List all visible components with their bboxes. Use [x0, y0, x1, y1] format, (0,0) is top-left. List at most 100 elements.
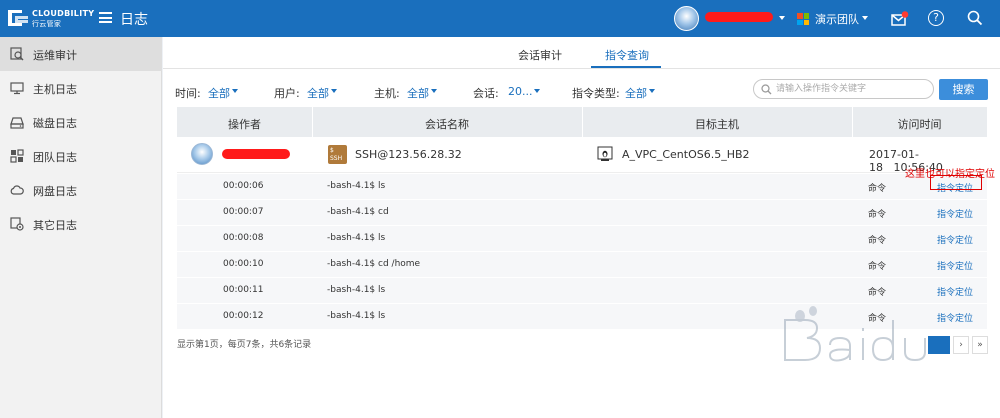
- mail-icon[interactable]: [891, 11, 909, 27]
- sidebar-item-label: 其它日志: [33, 219, 77, 232]
- command-search-box[interactable]: [753, 79, 934, 99]
- help-icon[interactable]: ?: [928, 10, 944, 26]
- command-type: 命令: [868, 314, 887, 324]
- brand-subtitle: 行云管家: [32, 20, 62, 28]
- locate-command-link[interactable]: 指令定位: [937, 285, 973, 298]
- brand-name: CLOUDBILITY: [32, 9, 95, 18]
- cmdtype-filter-label: 指令类型:: [572, 87, 620, 100]
- user-filter-label: 用户:: [274, 87, 300, 100]
- locate-command-link[interactable]: 指令定位: [937, 207, 973, 220]
- cmdtype-filter-select[interactable]: 全部: [625, 85, 647, 101]
- command-time: 00:00:11: [223, 285, 264, 295]
- session-filter-label: 会话:: [473, 87, 499, 100]
- brand: CLOUDBILITY 行云管家: [32, 9, 94, 29]
- command-text: -bash-4.1$ cd: [327, 207, 389, 217]
- sidebar-item-netdisk-log[interactable]: 网盘日志: [0, 173, 162, 207]
- sidebar-item-team-log[interactable]: 团队日志: [0, 139, 162, 173]
- main-content: 会话审计 指令查询 时间: 全部 用户: 全部 主机: 全部 会话: 20...…: [163, 37, 1000, 418]
- user-menu-chevron-down-icon[interactable]: [779, 16, 785, 20]
- search-icon: [761, 84, 772, 95]
- pagination-current-page[interactable]: [928, 336, 950, 354]
- command-text: -bash-4.1$ cd /home: [327, 259, 421, 269]
- sidebar-item-ops-audit[interactable]: 运维审计: [0, 37, 162, 71]
- sidebar-item-host-log[interactable]: 主机日志: [0, 71, 162, 105]
- sidebar: 运维审计 主机日志 磁盘日志 团队日志 网盘日志 其它日志: [0, 37, 162, 418]
- team-icon: [10, 149, 24, 163]
- command-text: -bash-4.1$ ls: [327, 181, 386, 191]
- command-type: 命令: [868, 236, 887, 246]
- active-tab-indicator: [591, 66, 661, 68]
- sidebar-item-label: 主机日志: [33, 83, 77, 96]
- command-text: -bash-4.1$ ls: [327, 233, 386, 243]
- command-time: 00:00:12: [223, 311, 264, 321]
- sidebar-item-disk-log[interactable]: 磁盘日志: [0, 105, 162, 139]
- user-filter-select[interactable]: 全部: [307, 85, 329, 101]
- command-type: 命令: [868, 288, 887, 298]
- team-chevron-down-icon[interactable]: [862, 16, 868, 20]
- user-avatar[interactable]: [674, 6, 699, 31]
- command-search-input[interactable]: [776, 83, 926, 95]
- table-header: 操作者 会话名称 目标主机 访问时间: [177, 107, 987, 137]
- search-button[interactable]: 搜索: [939, 79, 988, 100]
- pagination-info: 显示第1页，每页7条，共6条记录: [177, 340, 312, 350]
- disk-icon: [10, 117, 24, 129]
- cmdtype-chevron-down-icon[interactable]: [649, 89, 655, 93]
- sidebar-item-label: 磁盘日志: [33, 117, 77, 130]
- ssh-icon: $ SSH: [328, 145, 347, 164]
- time-chevron-down-icon[interactable]: [232, 89, 238, 93]
- time-filter-label: 时间:: [175, 87, 201, 100]
- table-row: 00:00:10 -bash-4.1$ cd /home 命令 指令定位: [177, 252, 987, 278]
- command-type: 命令: [868, 184, 887, 194]
- session-chevron-down-icon[interactable]: [534, 89, 540, 93]
- hamburger-menu-icon[interactable]: [99, 12, 112, 23]
- filter-bar: 时间: 全部 用户: 全部 主机: 全部 会话: 20... 指令类型: 全部 …: [163, 77, 1000, 107]
- command-time: 00:00:06: [223, 181, 264, 191]
- table-row: 00:00:12 -bash-4.1$ ls 命令 指令定位: [177, 304, 987, 330]
- locate-command-link[interactable]: 指令定位: [937, 259, 973, 272]
- target-host-name: A_VPC_CentOS6.5_HB2: [622, 148, 750, 161]
- locate-command-link[interactable]: 指令定位: [937, 233, 973, 246]
- sidebar-item-other-log[interactable]: 其它日志: [0, 207, 162, 241]
- audit-icon: [10, 47, 24, 61]
- operator-avatar: [191, 143, 213, 165]
- tab-session-audit[interactable]: 会话审计: [518, 47, 562, 63]
- command-type: 命令: [868, 262, 887, 272]
- command-time: 00:00:10: [223, 259, 264, 269]
- session-filter-select[interactable]: 20...: [508, 85, 533, 98]
- user-chevron-down-icon[interactable]: [331, 89, 337, 93]
- table-row: 00:00:11 -bash-4.1$ ls 命令 指令定位: [177, 278, 987, 304]
- team-selector[interactable]: 演示团队: [815, 11, 859, 27]
- sidebar-item-label: 运维审计: [33, 49, 77, 62]
- locate-command-link[interactable]: 指令定位: [937, 311, 973, 324]
- search-icon[interactable]: [967, 10, 983, 26]
- pagination-last-button[interactable]: »: [972, 336, 988, 354]
- command-text: -bash-4.1$ ls: [327, 285, 386, 295]
- cloudbility-logo-icon: [8, 10, 28, 26]
- header-operator: 操作者: [228, 118, 261, 131]
- monitor-icon: [10, 82, 24, 95]
- table-row: 00:00:07 -bash-4.1$ cd 命令 指令定位: [177, 200, 987, 226]
- tab-command-query[interactable]: 指令查询: [605, 47, 649, 63]
- redacted-username[interactable]: [705, 12, 773, 22]
- table-row: 00:00:08 -bash-4.1$ ls 命令 指令定位: [177, 226, 987, 252]
- command-text: -bash-4.1$ ls: [327, 311, 386, 321]
- host-filter-select[interactable]: 全部: [407, 85, 429, 101]
- settings-icon: [10, 217, 24, 231]
- command-time: 00:00:08: [223, 233, 264, 243]
- annotation-highlight-box: [930, 175, 982, 190]
- table-row: 00:00:06 -bash-4.1$ ls 命令 指令定位: [177, 174, 987, 200]
- session-row[interactable]: $ SSH SSH@123.56.28.32 A_VPC_CentOS6.5_HB…: [177, 137, 987, 174]
- cloud-icon: [10, 185, 24, 195]
- team-grid-icon: [797, 13, 809, 25]
- command-type: 命令: [868, 210, 887, 220]
- time-filter-select[interactable]: 全部: [208, 85, 230, 101]
- header-visit-time: 访问时间: [897, 118, 942, 131]
- header-target-host: 目标主机: [695, 118, 739, 131]
- sidebar-item-label: 团队日志: [33, 151, 77, 164]
- header-session-name: 会话名称: [425, 118, 469, 131]
- host-chevron-down-icon[interactable]: [431, 89, 437, 93]
- command-time: 00:00:07: [223, 207, 264, 217]
- pagination-next-button[interactable]: ›: [953, 336, 969, 354]
- linux-terminal-icon: [597, 146, 613, 161]
- session-name: SSH@123.56.28.32: [355, 148, 462, 161]
